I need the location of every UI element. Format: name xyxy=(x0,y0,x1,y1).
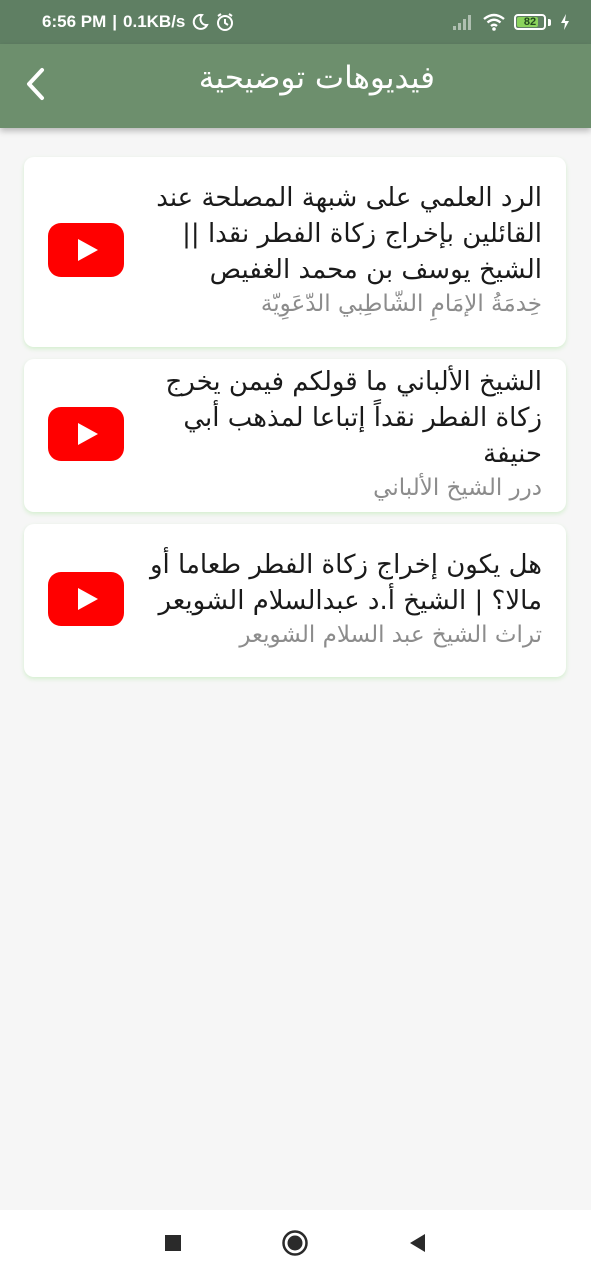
page-title: فيديوهات توضيحية xyxy=(198,60,435,96)
video-title: هل يكون إخراج زكاة الفطر طعاما أو مالا؟ … xyxy=(150,549,542,616)
video-item-text: الشيخ الألباني ما قولكم فيمن يخرج زكاة ا… xyxy=(124,364,542,504)
signal-icon xyxy=(452,13,474,31)
recents-button[interactable] xyxy=(158,1230,188,1260)
chevron-left-icon xyxy=(24,67,46,105)
network-speed: 0.1KB/s xyxy=(123,12,186,31)
battery-percent: 82 xyxy=(523,16,537,28)
status-separator: | xyxy=(112,12,118,31)
moon-icon xyxy=(191,13,210,31)
status-bar-right: 82 xyxy=(452,12,571,32)
video-item[interactable]: هل يكون إخراج زكاة الفطر طعاما أو مالا؟ … xyxy=(24,524,566,677)
wifi-icon xyxy=(482,12,506,32)
status-bar-left: 6:56 PM | 0.1KB/s xyxy=(42,12,235,32)
square-icon xyxy=(163,1233,183,1257)
video-channel: درر الشيخ الألباني xyxy=(373,474,542,501)
triangle-back-icon xyxy=(407,1232,429,1258)
video-item-text: الرد العلمي على شبهة المصلحة عند القائلي… xyxy=(124,180,542,320)
battery-indicator: 82 xyxy=(514,14,546,30)
video-item-text: هل يكون إخراج زكاة الفطر طعاما أو مالا؟ … xyxy=(124,547,542,651)
youtube-icon xyxy=(48,406,124,461)
system-nav-bar xyxy=(0,1210,591,1280)
back-button[interactable] xyxy=(18,66,52,106)
alarm-icon xyxy=(215,12,235,32)
home-button[interactable] xyxy=(280,1230,310,1260)
back-nav-button[interactable] xyxy=(403,1230,433,1260)
clock: 6:56 PM xyxy=(42,12,107,31)
video-item[interactable]: الشيخ الألباني ما قولكم فيمن يخرج زكاة ا… xyxy=(24,359,566,512)
app-bar: فيديوهات توضيحية xyxy=(0,44,591,128)
circle-icon xyxy=(281,1229,309,1261)
youtube-icon xyxy=(48,223,124,277)
battery-tip xyxy=(548,18,551,26)
video-channel: خِدمَةُ الإمَامِ الشّاطِبي الدّعَوِيّة xyxy=(260,291,542,317)
video-channel: تراث الشيخ عبد السلام الشويعر xyxy=(239,621,542,648)
status-bar: 6:56 PM | 0.1KB/s 82 xyxy=(0,0,591,44)
video-title: الرد العلمي على شبهة المصلحة عند القائلي… xyxy=(156,183,542,285)
video-title: الشيخ الألباني ما قولكم فيمن يخرج زكاة ا… xyxy=(165,366,542,469)
charging-icon xyxy=(559,13,571,31)
youtube-icon xyxy=(48,571,124,626)
video-item[interactable]: الرد العلمي على شبهة المصلحة عند القائلي… xyxy=(24,157,566,347)
video-list: الرد العلمي على شبهة المصلحة عند القائلي… xyxy=(24,157,566,689)
